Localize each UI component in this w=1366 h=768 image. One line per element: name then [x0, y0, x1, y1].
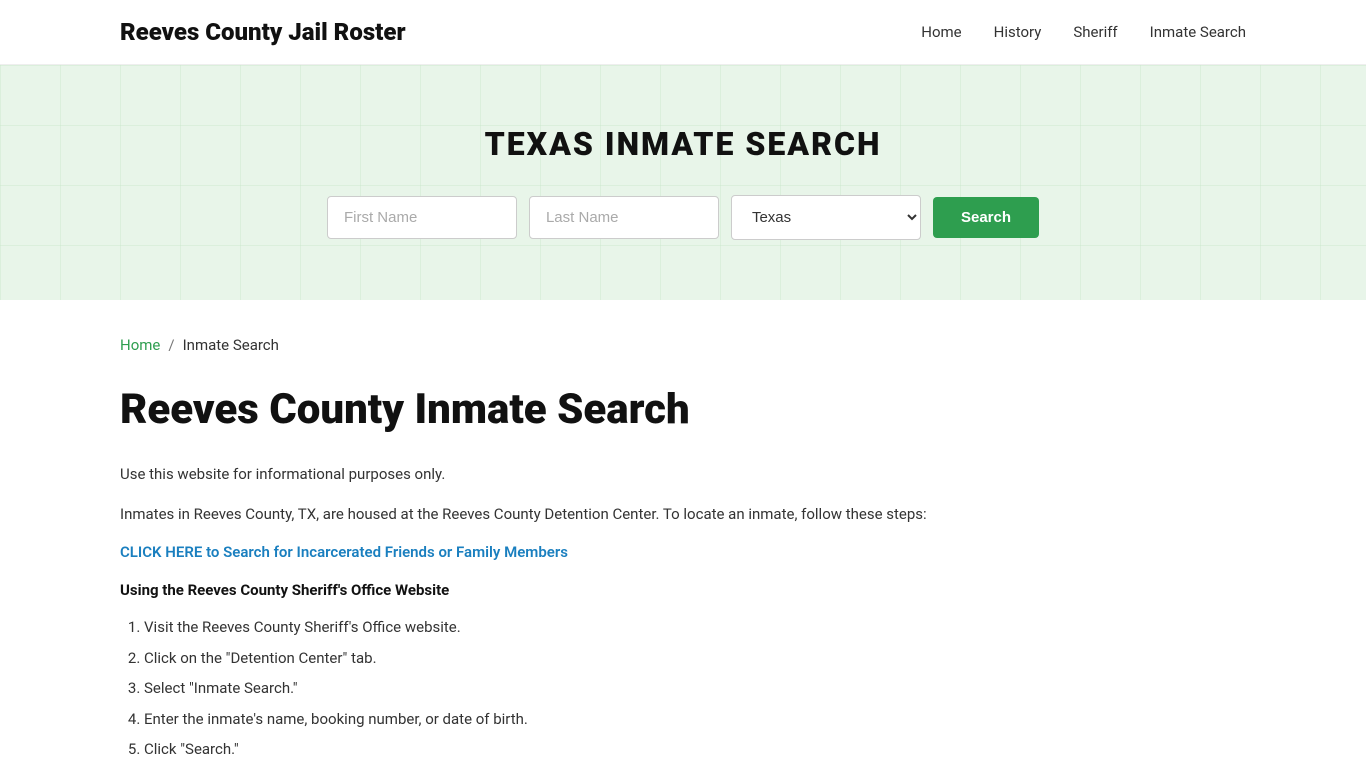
list-item: Select "Inmate Search.": [144, 674, 1246, 703]
hero-title: TEXAS INMATE SEARCH: [20, 125, 1346, 163]
site-logo[interactable]: Reeves County Jail Roster: [120, 18, 406, 46]
site-header: Reeves County Jail Roster Home History S…: [0, 0, 1366, 65]
list-item: Enter the inmate's name, booking number,…: [144, 705, 1246, 734]
info-para-2: Inmates in Reeves County, TX, are housed…: [120, 502, 1246, 526]
search-button[interactable]: Search: [933, 197, 1039, 238]
hero-section: TEXAS INMATE SEARCH TexasAlabamaAlaskaAr…: [0, 65, 1366, 300]
click-search-link[interactable]: CLICK HERE to Search for Incarcerated Fr…: [120, 543, 568, 561]
main-nav: Home History Sheriff Inmate Search: [921, 23, 1246, 41]
main-content: Home / Inmate Search Reeves County Inmat…: [0, 300, 1366, 764]
nav-inmate-search[interactable]: Inmate Search: [1150, 23, 1246, 41]
nav-sheriff[interactable]: Sheriff: [1073, 23, 1117, 41]
state-select[interactable]: TexasAlabamaAlaskaArizonaArkansasCalifor…: [731, 195, 921, 240]
breadcrumb-separator: /: [168, 336, 174, 354]
nav-history[interactable]: History: [994, 23, 1042, 41]
first-name-input[interactable]: [327, 196, 517, 239]
section-heading: Using the Reeves County Sheriff's Office…: [120, 581, 1246, 599]
list-item: Visit the Reeves County Sheriff's Office…: [144, 613, 1246, 642]
breadcrumb-current: Inmate Search: [183, 336, 279, 354]
page-title: Reeves County Inmate Search: [120, 386, 1246, 434]
list-item: Click "Search.": [144, 735, 1246, 764]
steps-list: Visit the Reeves County Sheriff's Office…: [120, 613, 1246, 764]
info-para-1: Use this website for informational purpo…: [120, 462, 1246, 486]
nav-home[interactable]: Home: [921, 23, 961, 41]
list-item: Click on the "Detention Center" tab.: [144, 644, 1246, 673]
inmate-search-form: TexasAlabamaAlaskaArizonaArkansasCalifor…: [20, 195, 1346, 240]
last-name-input[interactable]: [529, 196, 719, 239]
breadcrumb-home[interactable]: Home: [120, 336, 160, 354]
breadcrumb: Home / Inmate Search: [120, 300, 1246, 354]
